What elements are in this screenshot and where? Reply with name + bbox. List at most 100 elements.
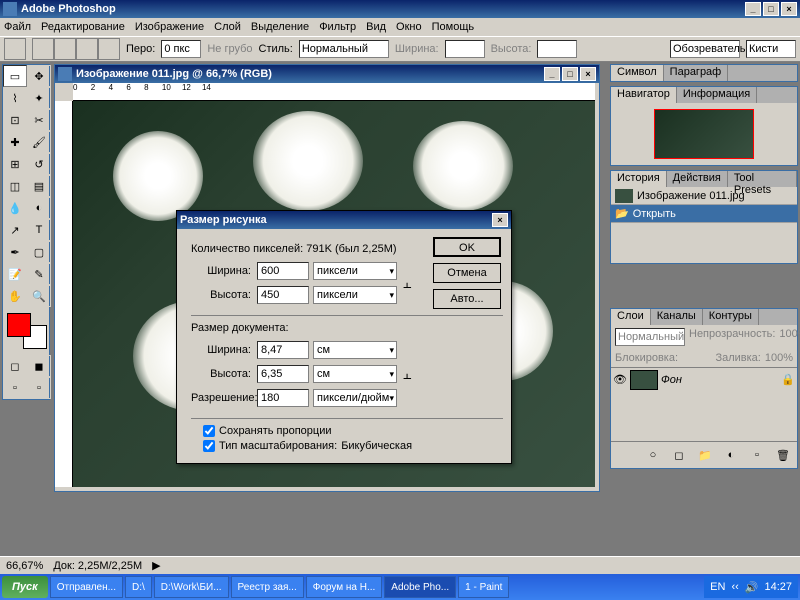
resample-select[interactable]: Бикубическая xyxy=(341,440,441,452)
layer-background[interactable]: 👁 Фон 🔒 xyxy=(611,367,797,391)
layer-mask-button[interactable]: ◻ xyxy=(667,444,691,466)
doc-height-input[interactable] xyxy=(257,365,309,383)
type-tool[interactable]: T xyxy=(27,219,51,241)
menu-select[interactable]: Выделение xyxy=(251,21,309,33)
task-2[interactable]: D:\ xyxy=(125,576,152,598)
clock[interactable]: 14:27 xyxy=(764,581,792,593)
screen-mode-2[interactable]: ▫ xyxy=(27,377,51,399)
menu-filter[interactable]: Фильтр xyxy=(319,21,356,33)
notes-tool[interactable]: 📝 xyxy=(3,263,27,285)
tool-preset-button[interactable] xyxy=(4,38,26,60)
ok-button[interactable]: OK xyxy=(433,237,501,257)
tab-paths[interactable]: Контуры xyxy=(703,309,759,325)
marquee-tool[interactable]: ▭ xyxy=(3,65,27,87)
history-brush-tool[interactable]: ↺ xyxy=(27,153,51,175)
constrain-checkbox[interactable] xyxy=(203,425,215,437)
task-6[interactable]: Adobe Pho... xyxy=(384,576,456,598)
doc-width-input[interactable] xyxy=(257,341,309,359)
gradient-tool[interactable]: ▤ xyxy=(27,175,51,197)
brush-tool[interactable]: 🖌 xyxy=(27,131,51,153)
dialog-close-button[interactable]: × xyxy=(492,213,508,227)
task-1[interactable]: Отправлен... xyxy=(50,576,123,598)
hand-tool[interactable]: ✋ xyxy=(3,285,27,307)
selection-new-button[interactable] xyxy=(32,38,54,60)
pixel-height-unit[interactable]: пиксели xyxy=(313,286,397,304)
resample-checkbox[interactable] xyxy=(203,440,215,452)
navigator-thumb[interactable] xyxy=(654,109,754,159)
pen-tool[interactable]: ✒ xyxy=(3,241,27,263)
lasso-tool[interactable]: ⌇ xyxy=(3,87,27,109)
resolution-unit[interactable]: пиксели/дюйм xyxy=(313,389,397,407)
selection-int-button[interactable] xyxy=(98,38,120,60)
path-tool[interactable]: ↗ xyxy=(3,219,27,241)
dodge-tool[interactable]: ◐ xyxy=(27,197,51,219)
auto-button[interactable]: Авто... xyxy=(433,289,501,309)
menu-view[interactable]: Вид xyxy=(366,21,386,33)
crop-tool[interactable]: ⊡ xyxy=(3,109,27,131)
menu-edit[interactable]: Редактирование xyxy=(41,21,125,33)
close-button[interactable]: × xyxy=(781,2,797,16)
shape-tool[interactable]: ▢ xyxy=(27,241,51,263)
maximize-button[interactable]: □ xyxy=(763,2,779,16)
doc-close-button[interactable]: × xyxy=(580,67,596,81)
status-arrow-icon[interactable]: ▶ xyxy=(152,559,160,572)
quickmask-mode[interactable]: ◼ xyxy=(27,355,51,377)
adjustment-button[interactable]: ◐ xyxy=(719,444,743,466)
tab-navigator[interactable]: Навигатор xyxy=(611,87,677,103)
tab-layers[interactable]: Слои xyxy=(611,309,651,325)
start-button[interactable]: Пуск xyxy=(2,576,48,598)
zoom-level[interactable]: 66,67% xyxy=(6,560,43,572)
layer-style-button[interactable]: ○ xyxy=(641,444,665,466)
cancel-button[interactable]: Отмена xyxy=(433,263,501,283)
tab-channels[interactable]: Каналы xyxy=(651,309,703,325)
tray-icon[interactable]: ‹‹ xyxy=(731,581,738,593)
brushes-button[interactable]: Кисти xyxy=(746,40,796,58)
tray-icon[interactable]: 🔊 xyxy=(745,581,759,594)
pixel-width-unit[interactable]: пиксели xyxy=(313,262,397,280)
delete-layer-button[interactable]: 🗑 xyxy=(771,444,795,466)
wand-tool[interactable]: ✦ xyxy=(27,87,51,109)
slice-tool[interactable]: ✂ xyxy=(27,109,51,131)
standard-mode[interactable]: ◻ xyxy=(3,355,27,377)
tab-history[interactable]: История xyxy=(611,171,667,187)
move-tool[interactable]: ✥ xyxy=(27,65,51,87)
doc-maximize-button[interactable]: □ xyxy=(562,67,578,81)
eyedropper-tool[interactable]: ✎ xyxy=(27,263,51,285)
new-layer-button[interactable]: ▫ xyxy=(745,444,769,466)
minimize-button[interactable]: _ xyxy=(745,2,761,16)
tab-symbol[interactable]: Символ xyxy=(611,65,664,81)
task-3[interactable]: D:\Work\БИ... xyxy=(154,576,229,598)
menu-image[interactable]: Изображение xyxy=(135,21,204,33)
task-4[interactable]: Реестр зая... xyxy=(231,576,304,598)
doc-width-unit[interactable]: см xyxy=(313,341,397,359)
resolution-input[interactable] xyxy=(257,389,309,407)
stamp-tool[interactable]: ⊞ xyxy=(3,153,27,175)
selection-add-button[interactable] xyxy=(54,38,76,60)
pixel-height-input[interactable] xyxy=(257,286,309,304)
selection-sub-button[interactable] xyxy=(76,38,98,60)
menu-file[interactable]: Файл xyxy=(4,21,31,33)
language-indicator[interactable]: EN xyxy=(710,581,725,593)
menu-layer[interactable]: Слой xyxy=(214,21,241,33)
visibility-icon[interactable]: 👁 xyxy=(613,373,627,386)
style-select[interactable]: Нормальный xyxy=(299,40,389,58)
history-state-open[interactable]: 📂 Открыть xyxy=(611,205,797,223)
new-folder-button[interactable]: 📁 xyxy=(693,444,717,466)
foreground-color[interactable] xyxy=(7,313,31,337)
color-swatch[interactable] xyxy=(5,311,49,351)
pixel-width-input[interactable] xyxy=(257,262,309,280)
feather-input[interactable] xyxy=(161,40,201,58)
tab-info[interactable]: Информация xyxy=(677,87,757,103)
task-5[interactable]: Форум на Н... xyxy=(306,576,383,598)
tab-tool-presets[interactable]: Tool Presets xyxy=(728,171,797,187)
tab-paragraph[interactable]: Параграф xyxy=(664,65,729,81)
menu-window[interactable]: Окно xyxy=(396,21,422,33)
blur-tool[interactable]: 💧 xyxy=(3,197,27,219)
tab-actions[interactable]: Действия xyxy=(667,171,728,187)
doc-minimize-button[interactable]: _ xyxy=(544,67,560,81)
doc-height-unit[interactable]: см xyxy=(313,365,397,383)
zoom-tool[interactable]: 🔍 xyxy=(27,285,51,307)
browser-button[interactable]: Обозреватель xyxy=(670,40,740,58)
doc-size-status[interactable]: Док: 2,25M/2,25M xyxy=(53,560,142,572)
menu-help[interactable]: Помощь xyxy=(432,21,475,33)
